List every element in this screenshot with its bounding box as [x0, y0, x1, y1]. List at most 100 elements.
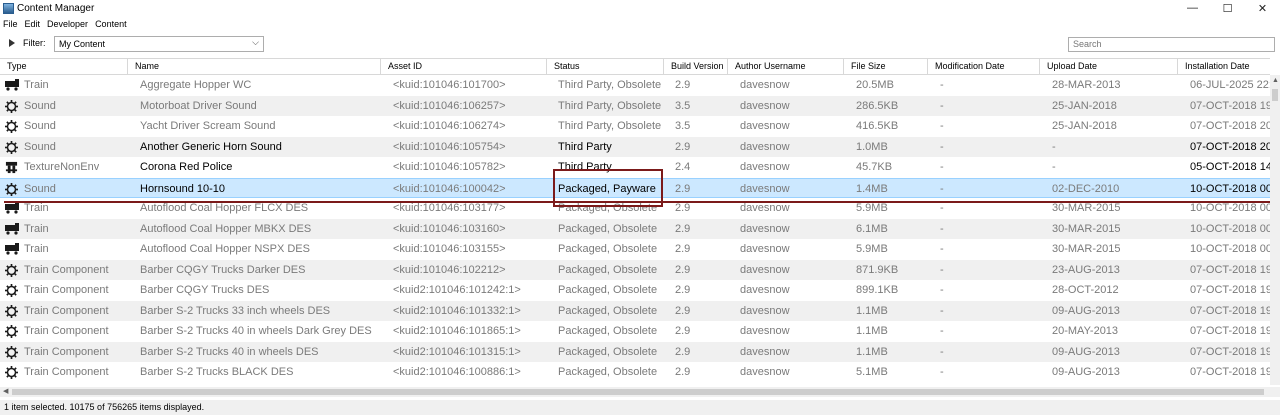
cell-upload-date: 25-JAN-2018	[1052, 120, 1117, 132]
vertical-scrollbar[interactable]: ▲	[1270, 75, 1280, 385]
vertical-scroll-thumb[interactable]	[1272, 89, 1278, 101]
cell-asset-id: <kuid:101046:103155>	[393, 243, 506, 255]
table-row[interactable]: Train Component Barber CQGY Trucks DES <ku…	[0, 280, 1270, 301]
column-header-author[interactable]: Author Username	[728, 59, 844, 75]
cell-asset-id: <kuid2:101046:101242:1>	[393, 284, 521, 296]
gear-icon	[5, 120, 19, 133]
cell-upload-date: 20-MAY-2013	[1052, 325, 1119, 337]
cell-modification-date: -	[940, 263, 944, 276]
cell-asset-id: <kuid:101046:103160>	[393, 222, 506, 235]
cell-author: davesnow	[740, 161, 790, 173]
cell-asset-id: <kuid2:101046:100886:1>	[393, 366, 521, 378]
horizontal-scroll-thumb[interactable]	[12, 389, 1264, 395]
menu-edit[interactable]: Edit	[22, 19, 45, 29]
cell-file-size: 286.5KB	[856, 99, 899, 112]
title-bar: Content Manager — ☐ ✕	[0, 0, 1280, 16]
menu-file[interactable]: File	[0, 19, 22, 29]
table-row[interactable]: Train Component Barber S-2 Trucks 40 in w…	[0, 321, 1270, 342]
column-header-name[interactable]: Name	[128, 59, 381, 75]
cell-file-size: 1.1MB	[856, 304, 888, 317]
table-row[interactable]: Sound Another Generic Horn Sound <kuid:101…	[0, 136, 1270, 157]
cell-status: Packaged, Obsolete	[558, 304, 658, 317]
scroll-up-icon[interactable]: ▲	[1272, 77, 1279, 84]
table-row[interactable]: Train Component Barber S-2 Trucks 40 in w…	[0, 341, 1270, 362]
cell-file-size: 871.9KB	[856, 263, 899, 276]
cell-status: Packaged, Obsolete	[558, 345, 658, 358]
cell-type: Sound	[24, 99, 56, 112]
cell-file-size: 899.1KB	[856, 284, 899, 296]
cell-file-size: 45.7KB	[856, 161, 893, 173]
cell-modification-date: -	[940, 243, 944, 255]
scroll-left-icon[interactable]: ◀	[3, 387, 8, 395]
minimize-button[interactable]: —	[1175, 0, 1210, 16]
gear-icon	[5, 304, 19, 318]
cell-author: davesnow	[740, 304, 790, 317]
cell-name: Barber CQGY Trucks DES	[140, 284, 270, 296]
gear-icon	[5, 182, 19, 196]
cell-modification-date: -	[940, 284, 944, 296]
table-row[interactable]: Train Autoflood Coal Hopper NSPX DES <kuid…	[0, 239, 1270, 260]
cell-build-version: 2.4	[675, 161, 691, 173]
column-header-modification-date[interactable]: Modification Date	[928, 59, 1040, 75]
cell-installation-date: 07-OCT-2018 19	[1190, 99, 1270, 112]
cell-file-size: 1.0MB	[856, 140, 888, 153]
cell-author: davesnow	[740, 140, 790, 153]
table-row[interactable]: Sound Yacht Driver Scream Sound <kuid:1010…	[0, 116, 1270, 137]
column-header-build-version[interactable]: Build Version	[664, 59, 728, 75]
cell-upload-date: 09-AUG-2013	[1052, 366, 1120, 378]
window-controls: — ☐ ✕	[1175, 0, 1280, 16]
cell-file-size: 1.1MB	[856, 325, 888, 337]
cell-build-version: 3.5	[675, 120, 691, 132]
filter-bar: Filter: My Content ⌵ Search	[0, 33, 1280, 55]
column-header-type[interactable]: Type	[0, 59, 128, 75]
horizontal-scrollbar[interactable]: ◀	[0, 387, 1280, 397]
cell-author: davesnow	[740, 243, 790, 255]
menu-developer[interactable]: Developer	[44, 19, 92, 29]
window-title: Content Manager	[17, 2, 95, 14]
cell-status: Packaged, Obsolete	[558, 243, 658, 255]
cell-type: Sound	[24, 140, 56, 153]
cell-status: Packaged, Obsolete	[558, 325, 658, 337]
gear-icon	[5, 345, 19, 359]
cell-type: Train Component	[24, 284, 109, 296]
cell-installation-date: 10-OCT-2018 00	[1190, 182, 1270, 195]
cell-build-version: 2.9	[675, 284, 691, 296]
cell-upload-date: 30-MAR-2015	[1052, 222, 1121, 235]
cell-installation-date: 07-OCT-2018 20	[1190, 140, 1270, 153]
cell-file-size: 5.9MB	[856, 243, 888, 255]
menu-content[interactable]: Content	[92, 19, 131, 29]
cell-author: davesnow	[740, 263, 790, 276]
close-button[interactable]: ✕	[1245, 0, 1280, 16]
table-row[interactable]: Train Component Barber S-2 Trucks BLACK D…	[0, 362, 1270, 383]
cell-status: Third Party, Obsolete	[558, 120, 662, 132]
expand-filter-icon[interactable]	[9, 39, 15, 47]
cell-installation-date: 07-OCT-2018 19	[1190, 345, 1270, 358]
cell-asset-id: <kuid:101046:100042>	[393, 182, 506, 195]
column-header-installation-date[interactable]: Installation Date	[1178, 59, 1270, 75]
table-row[interactable]: Train Component Barber CQGY Trucks Darker…	[0, 259, 1270, 280]
cell-status: Third Party, Obsolete	[558, 99, 662, 112]
filter-label: Filter:	[23, 38, 46, 48]
table-row[interactable]: Sound Motorboat Driver Sound <kuid:101046:…	[0, 95, 1270, 116]
menu-bar: File Edit Developer Content	[0, 17, 131, 31]
cell-name: Another Generic Horn Sound	[140, 140, 282, 153]
cell-installation-date: 07-OCT-2018 19	[1190, 325, 1270, 337]
cell-type: Sound	[24, 182, 56, 195]
cell-upload-date: 28-OCT-2012	[1052, 284, 1119, 296]
table-row[interactable]: Train Aggregate Hopper WC <kuid:101046:101…	[0, 75, 1270, 96]
column-header-file-size[interactable]: File Size	[844, 59, 928, 75]
column-header-status[interactable]: Status	[547, 59, 664, 75]
status-bar: 1 item selected. 10175 of 756265 items d…	[0, 400, 1280, 415]
table-row[interactable]: Train Component Barber S-2 Trucks 33 inch…	[0, 300, 1270, 321]
column-header-asset-id[interactable]: Asset ID	[381, 59, 547, 75]
column-header-upload-date[interactable]: Upload Date	[1040, 59, 1178, 75]
cell-author: davesnow	[740, 325, 790, 337]
table-row[interactable]: Train Autoflood Coal Hopper MBKX DES <kuid…	[0, 218, 1270, 239]
search-input[interactable]: Search	[1068, 37, 1275, 52]
cell-installation-date: 05-OCT-2018 14	[1190, 161, 1270, 173]
gear-icon	[5, 263, 19, 277]
cell-upload-date: 30-MAR-2015	[1052, 243, 1121, 255]
maximize-button[interactable]: ☐	[1210, 0, 1245, 16]
cell-name: Autoflood Coal Hopper NSPX DES	[140, 243, 310, 255]
filter-dropdown[interactable]: My Content ⌵	[54, 36, 264, 52]
